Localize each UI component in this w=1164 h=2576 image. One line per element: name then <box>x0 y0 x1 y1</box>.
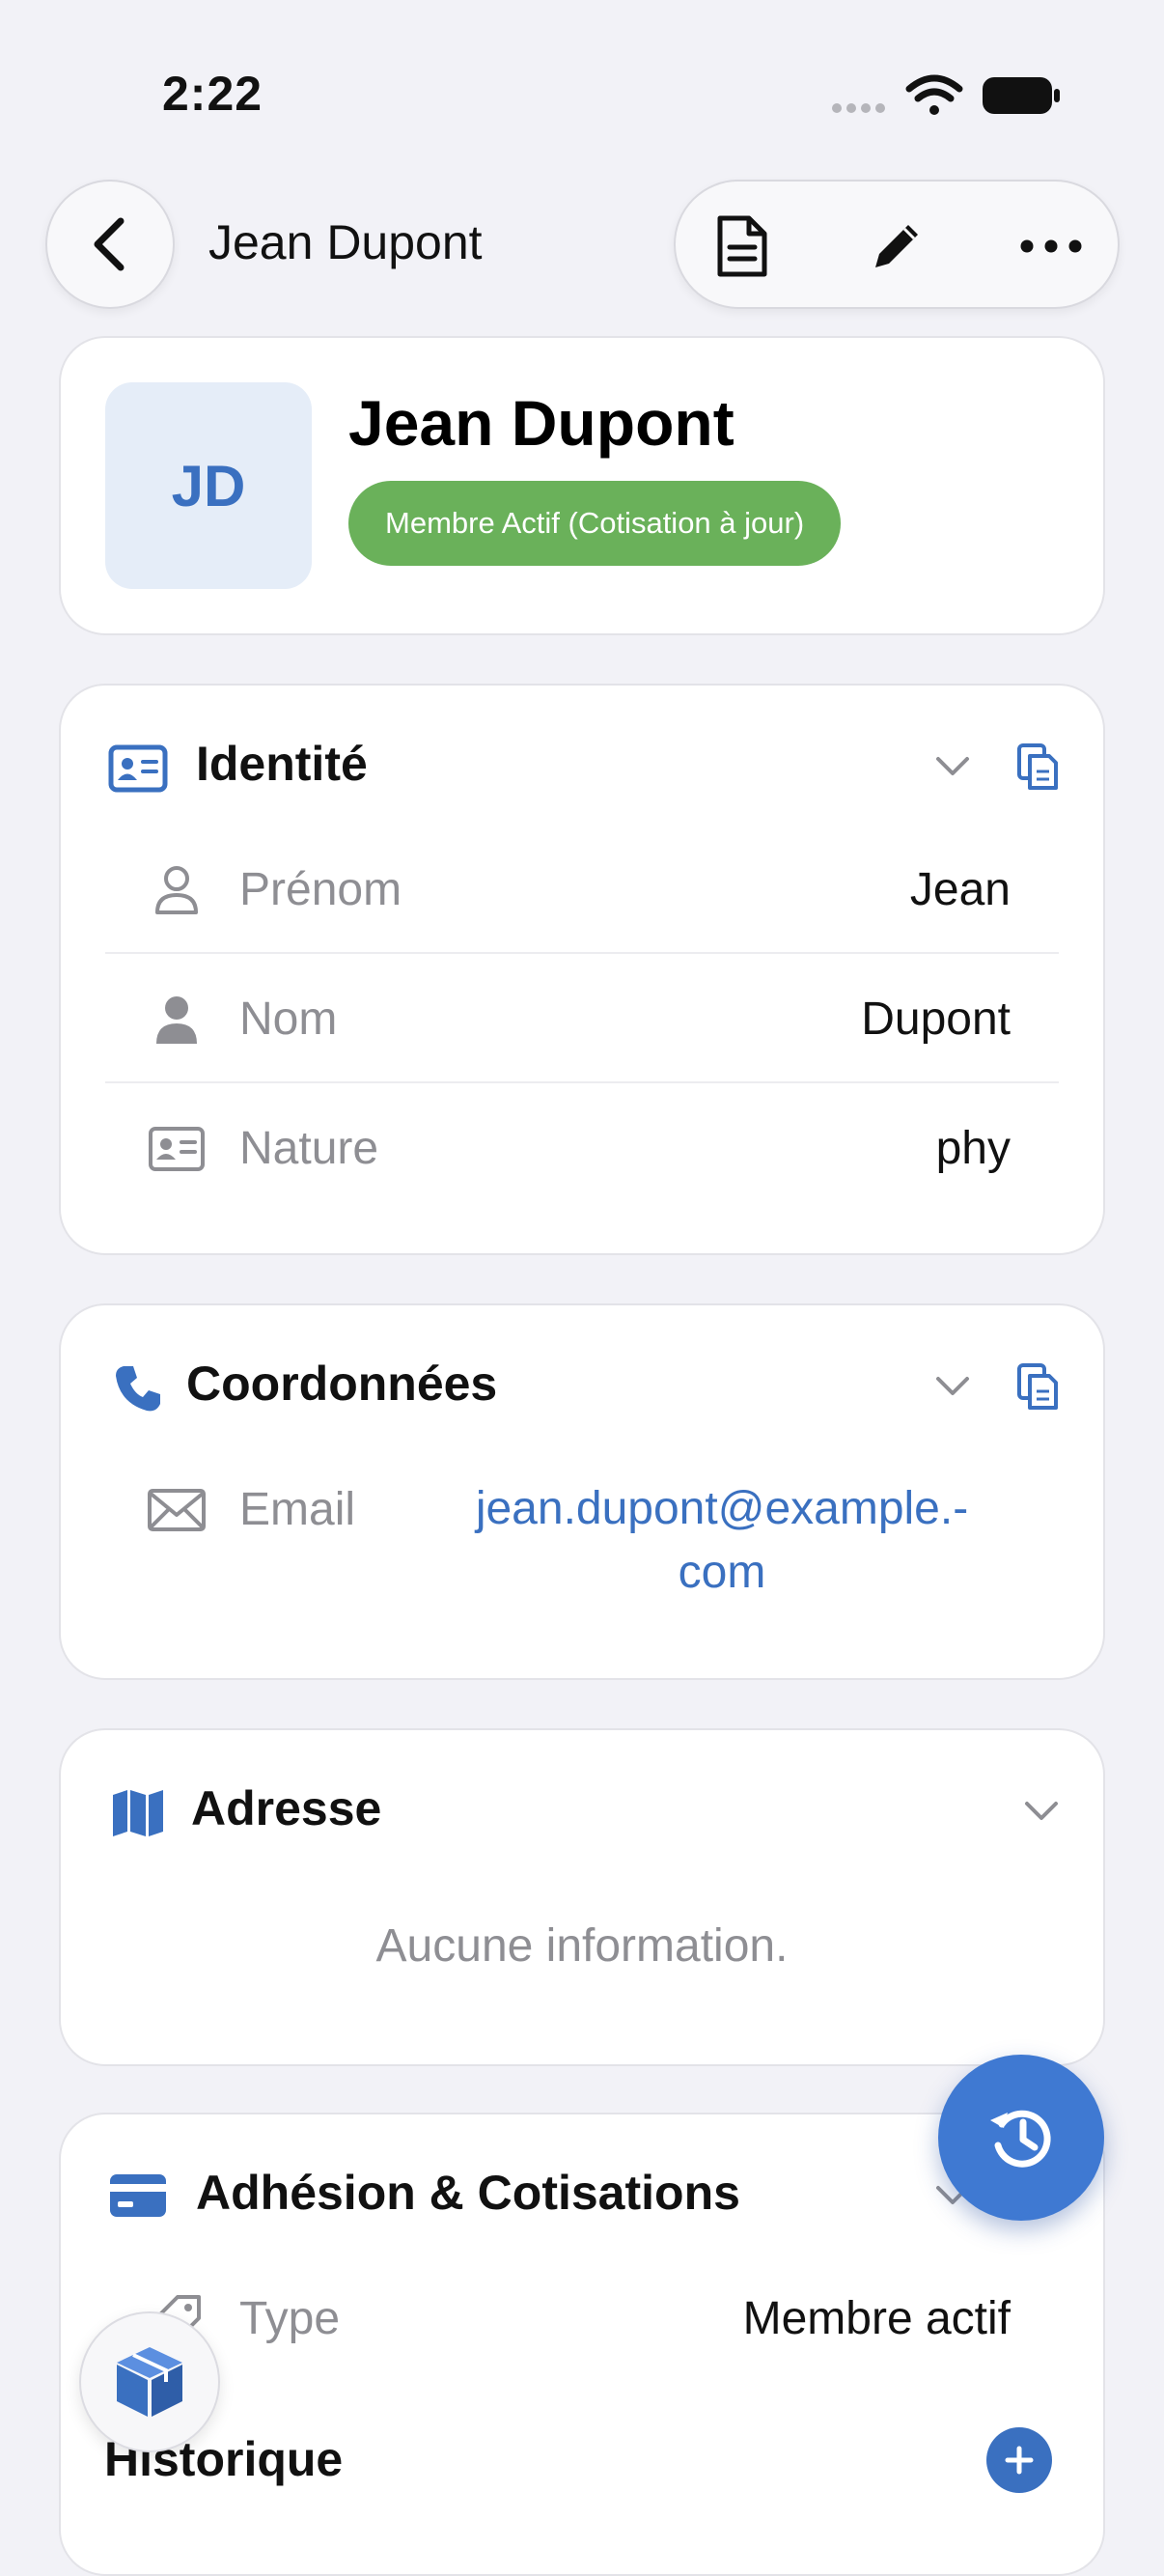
id-card-icon <box>107 738 169 799</box>
credit-card-icon <box>107 2165 169 2226</box>
avatar-initials: JD <box>171 453 246 518</box>
row-label-type: Type <box>239 2293 341 2344</box>
nav-title: Jean Dupont <box>208 215 483 269</box>
document-button[interactable] <box>697 201 788 292</box>
copy-icon <box>1017 1363 1058 1410</box>
status-icons <box>830 68 1062 126</box>
row-label-prenom: Prénom <box>239 864 402 915</box>
chevron-left-icon <box>94 217 125 271</box>
chevron-down-icon <box>936 1377 969 1395</box>
row-label-nom: Nom <box>239 994 338 1045</box>
person-filled-icon <box>146 989 208 1050</box>
copy-identity-button[interactable] <box>1011 740 1065 794</box>
section-title-identity: Identité <box>196 737 368 791</box>
chevron-down-icon <box>936 757 969 775</box>
collapse-address-button[interactable] <box>1018 1788 1065 1834</box>
email-line-2: com <box>678 1547 766 1598</box>
section-title-address: Adresse <box>191 1781 382 1835</box>
membership-card: Adhésion & Cotisations Type Membre actif <box>59 2113 1105 2576</box>
email-line-1: jean.dupont@example.- <box>475 1483 969 1534</box>
more-icon <box>1020 239 1082 253</box>
identity-card: Identité Prénom Jean Nom Dupont Nature p… <box>59 684 1105 1255</box>
collapse-identity-button[interactable] <box>929 743 976 790</box>
add-history-button[interactable] <box>986 2427 1052 2493</box>
history-icon <box>990 2110 1051 2168</box>
address-card: Adresse Aucune information. <box>59 1728 1105 2066</box>
envelope-icon <box>146 1479 208 1541</box>
id-card-outline-icon <box>146 1118 208 1180</box>
pencil-icon <box>875 225 918 267</box>
signal-dots-icon <box>832 103 885 113</box>
edit-button[interactable] <box>851 201 942 292</box>
section-title-contact: Coordonnées <box>186 1357 498 1411</box>
status-badge: Membre Actif (Cotisation à jour) <box>348 481 842 566</box>
row-value-nom: Dupont <box>861 994 1011 1045</box>
battery-icon <box>983 77 1060 114</box>
row-value-nature: phy <box>935 1123 1011 1174</box>
contact-card: Coordonnées Email jean.dupont@example.- … <box>59 1303 1105 1680</box>
divider <box>105 952 1059 954</box>
history-fab-button[interactable] <box>938 2055 1104 2221</box>
row-value-type: Membre actif <box>742 2293 1011 2344</box>
more-button[interactable] <box>1006 201 1096 292</box>
email-link[interactable]: jean.dupont@example.- com <box>447 1477 997 1605</box>
status-time: 2:22 <box>162 67 263 121</box>
divider <box>105 1081 1059 1083</box>
map-icon <box>107 1782 169 1844</box>
back-button[interactable] <box>45 180 175 309</box>
collapse-contact-button[interactable] <box>929 1363 976 1410</box>
box-icon <box>117 2347 182 2417</box>
section-title-membership: Adhésion & Cotisations <box>196 2166 740 2220</box>
copy-icon <box>1017 743 1058 790</box>
package-button[interactable] <box>79 2311 220 2452</box>
row-label-nature: Nature <box>239 1123 379 1174</box>
person-outline-icon <box>146 859 208 921</box>
document-icon <box>717 215 767 277</box>
avatar: JD <box>105 382 312 589</box>
profile-card: JD Jean Dupont Membre Actif (Cotisation … <box>59 336 1105 635</box>
profile-name: Jean Dupont <box>348 387 734 459</box>
phone-icon <box>107 1358 169 1419</box>
plus-icon <box>1005 2446 1034 2475</box>
wifi-icon <box>905 74 963 115</box>
empty-address-text: Aucune information. <box>375 1920 789 1972</box>
chevron-down-icon <box>1025 1802 1058 1820</box>
copy-contact-button[interactable] <box>1011 1359 1065 1414</box>
row-value-prenom: Jean <box>909 864 1011 915</box>
action-pill <box>674 180 1120 309</box>
row-label-email: Email <box>239 1484 356 1535</box>
